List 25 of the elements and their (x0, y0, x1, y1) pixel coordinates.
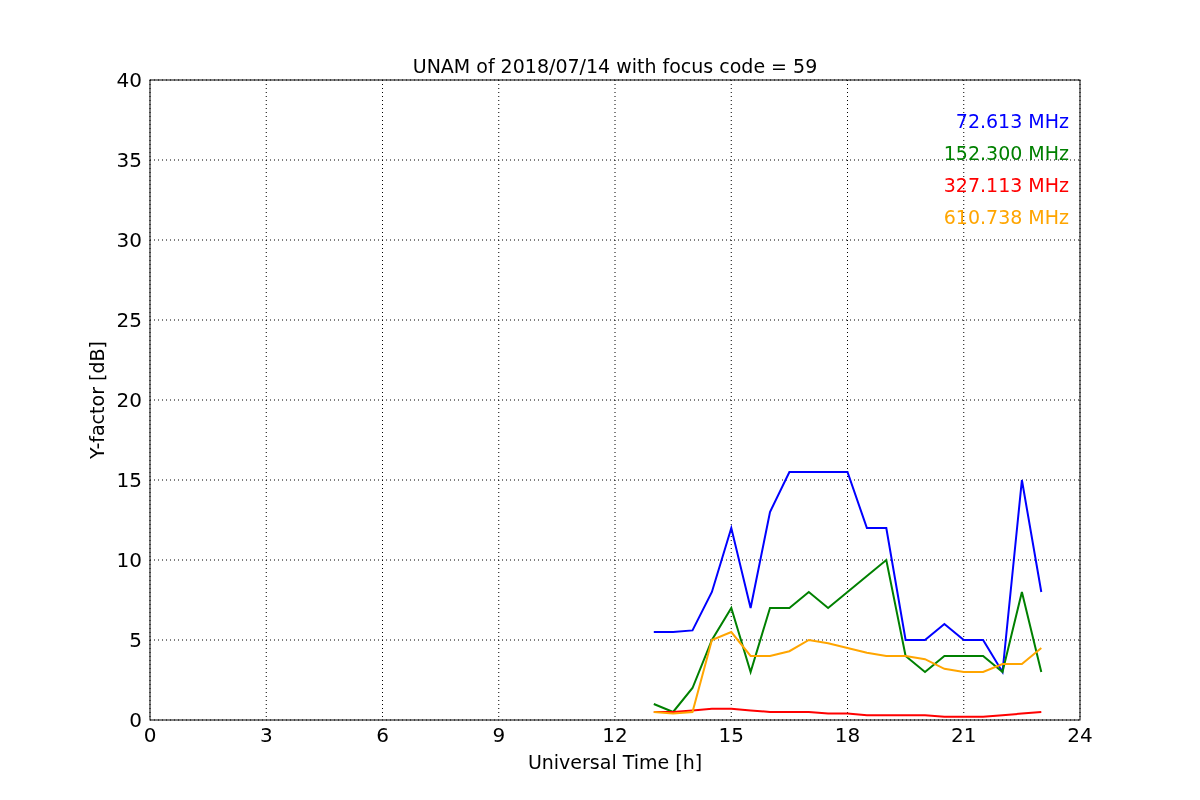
y-tick-label: 15 (116, 468, 142, 492)
y-tick-label: 5 (129, 628, 142, 652)
y-tick-label: 10 (116, 548, 142, 572)
y-tick-label: 0 (129, 708, 142, 732)
y-tick-label: 30 (116, 228, 142, 252)
y-axis-label: Y-factor [dB] (86, 341, 108, 459)
y-tick-label: 40 (116, 68, 142, 92)
x-axis-label: Universal Time [h] (527, 751, 703, 773)
x-tick-label: 6 (376, 723, 389, 747)
chart-title: UNAM of 2018/07/14 with focus code = 59 (412, 55, 818, 77)
y-tick-label: 25 (116, 308, 142, 332)
legend-label: 72.613 MHz (955, 110, 1069, 132)
x-tick-label: 15 (718, 723, 744, 747)
x-tick-label: 0 (143, 723, 157, 747)
legend-label: 152.300 MHz (943, 142, 1069, 164)
x-tick-label: 9 (492, 723, 506, 747)
x-tick-label: 12 (602, 723, 628, 747)
x-tick-label: 24 (1067, 723, 1093, 747)
y-tick-label: 20 (116, 388, 142, 412)
x-tick-label: 18 (834, 723, 861, 747)
x-tick-label: 3 (259, 723, 273, 747)
x-tick-label: 21 (951, 723, 977, 747)
legend-label: 327.113 MHz (943, 174, 1069, 196)
legend-label: 610.738 MHz (943, 206, 1069, 228)
y-tick-label: 35 (116, 148, 142, 172)
